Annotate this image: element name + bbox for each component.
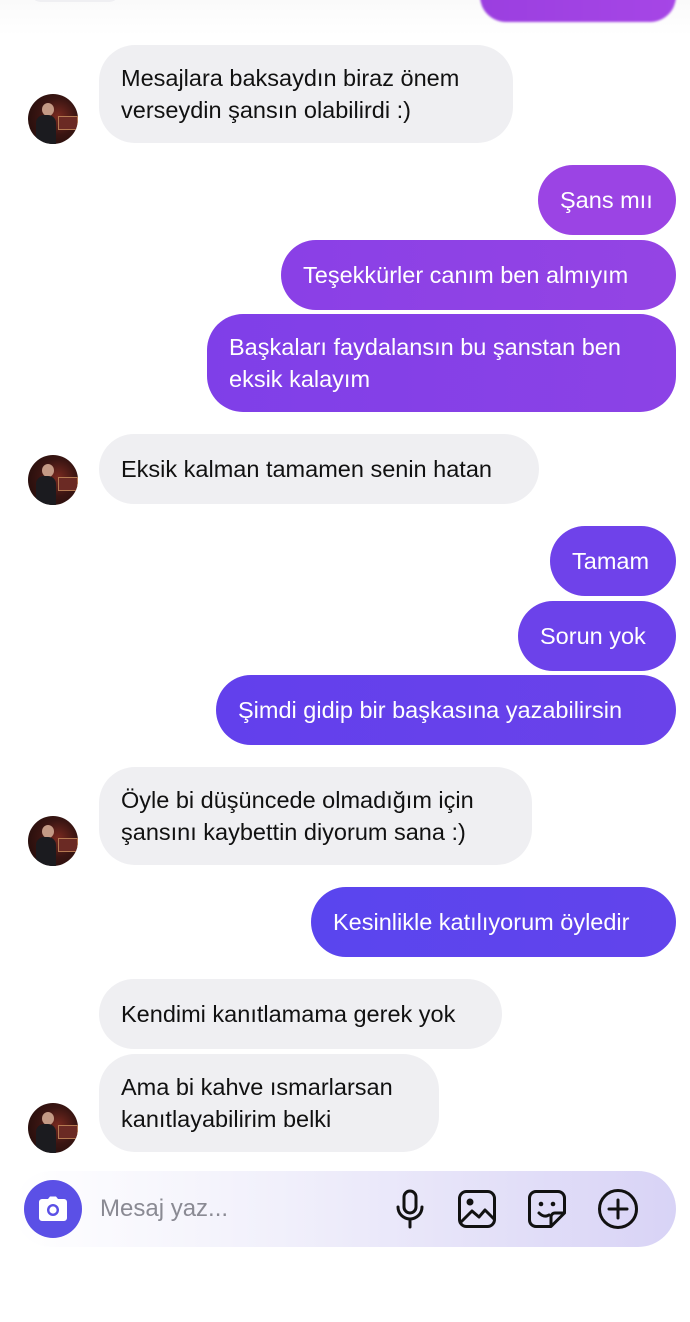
incoming-message[interactable]: Ama bi kahve ısmarlarsan kanıtlayabiliri… bbox=[99, 1054, 439, 1152]
message-input[interactable]: Mesaj yaz... bbox=[100, 1193, 228, 1225]
message-line: verseydin şansın olabilirdi :) bbox=[121, 97, 411, 123]
message-line: Şans mıı bbox=[560, 187, 653, 213]
incoming-message[interactable]: Eksik kalman tamamen senin hatan bbox=[99, 434, 539, 504]
message-line: Kesinlikle katılıyorum öyledir bbox=[333, 909, 630, 935]
incoming-message[interactable]: Mesajlara baksaydın biraz önem verseydin… bbox=[99, 45, 513, 143]
message-composer: Mesaj yaz... bbox=[14, 1171, 676, 1247]
outgoing-message[interactable]: Şimdi gidip bir başkasına yazabilirsin bbox=[216, 675, 676, 745]
add-attachment-button[interactable] bbox=[596, 1187, 640, 1231]
sticker-button[interactable] bbox=[525, 1187, 569, 1231]
message-line: Mesajlara baksaydın biraz önem bbox=[121, 65, 460, 91]
message-line: Öyle bi düşüncede olmadığım için bbox=[121, 787, 474, 813]
incoming-message[interactable]: Öyle bi düşüncede olmadığım için şansını… bbox=[99, 767, 532, 865]
outgoing-message[interactable]: Sorun yok bbox=[518, 601, 676, 671]
message-line: Sorun yok bbox=[540, 623, 646, 649]
voice-message-button[interactable] bbox=[388, 1187, 432, 1231]
add-icon bbox=[598, 1189, 638, 1229]
contact-avatar[interactable] bbox=[28, 455, 78, 505]
contact-avatar[interactable] bbox=[28, 94, 78, 144]
message-line: şansını kaybettin diyorum sana :) bbox=[121, 819, 466, 845]
contact-avatar[interactable] bbox=[28, 816, 78, 866]
contact-avatar[interactable] bbox=[28, 1103, 78, 1153]
message-line: eksik kalayım bbox=[229, 366, 371, 392]
previous-incoming-bubble bbox=[30, 0, 120, 2]
previous-outgoing-bubble bbox=[480, 0, 676, 22]
microphone-icon bbox=[396, 1189, 424, 1229]
message-line: Tamam bbox=[572, 548, 650, 574]
previous-messages-fade bbox=[0, 0, 690, 36]
gallery-icon bbox=[458, 1190, 496, 1228]
outgoing-message[interactable]: Şans mıı bbox=[538, 165, 676, 235]
outgoing-message[interactable]: Başkaları faydalansın bu şanstan ben eks… bbox=[207, 314, 676, 412]
camera-button[interactable] bbox=[24, 1180, 82, 1238]
gallery-button[interactable] bbox=[455, 1187, 499, 1231]
sticker-icon bbox=[528, 1190, 566, 1228]
message-line: Başkaları faydalansın bu şanstan ben bbox=[229, 334, 621, 360]
incoming-message[interactable]: Kendimi kanıtlamama gerek yok bbox=[99, 979, 502, 1049]
camera-icon bbox=[39, 1196, 67, 1221]
message-line: Eksik kalman tamamen senin hatan bbox=[121, 456, 492, 482]
message-line: Teşekkürler canım ben almıyım bbox=[303, 262, 629, 288]
message-line: Şimdi gidip bir başkasına yazabilirsin bbox=[238, 697, 623, 723]
outgoing-message[interactable]: Teşekkürler canım ben almıyım bbox=[281, 240, 676, 310]
message-line: kanıtlayabilirim belki bbox=[121, 1106, 332, 1132]
outgoing-message[interactable]: Tamam bbox=[550, 526, 676, 596]
outgoing-message[interactable]: Kesinlikle katılıyorum öyledir bbox=[311, 887, 676, 957]
message-line: Ama bi kahve ısmarlarsan bbox=[121, 1074, 393, 1100]
message-line: Kendimi kanıtlamama gerek yok bbox=[121, 1001, 456, 1027]
